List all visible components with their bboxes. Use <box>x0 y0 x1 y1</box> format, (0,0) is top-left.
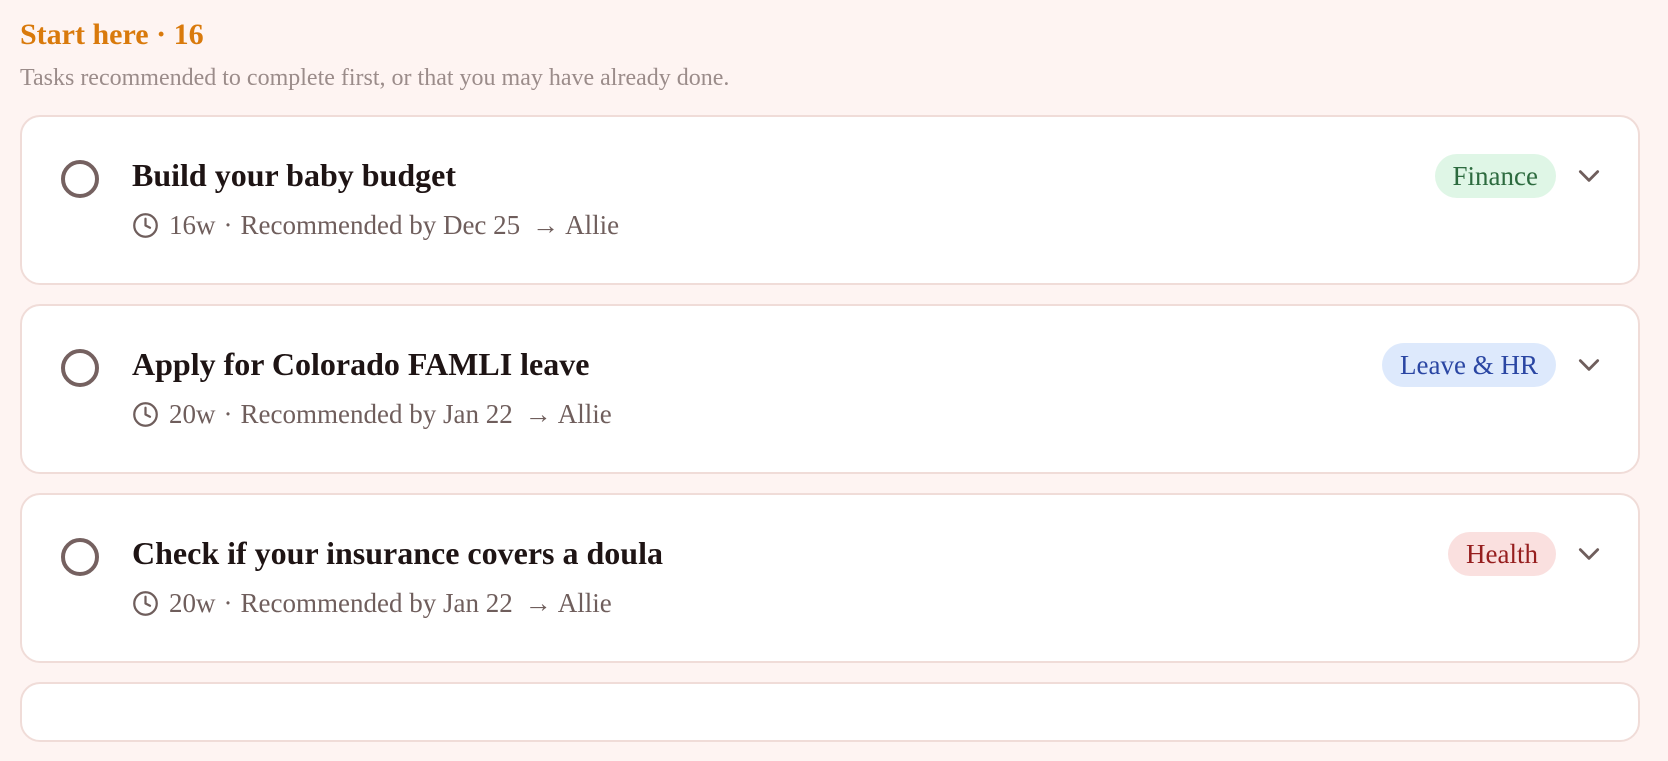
clock-icon <box>133 401 158 427</box>
meta-separator: · <box>223 398 233 429</box>
task-meta: 16w · Recommended by Dec 25 → Allie <box>132 208 619 242</box>
task-meta: 20w · Recommended by Jan 22 → Allie <box>132 586 612 620</box>
clock-icon <box>133 212 158 238</box>
arrow-icon: → <box>524 398 552 429</box>
task-actions: Finance <box>1434 153 1602 199</box>
meta-separator: · <box>223 209 233 240</box>
task-checkbox[interactable] <box>61 160 99 198</box>
task-title: Apply for Colorado FAMLI leave <box>132 346 590 382</box>
task-card[interactable]: Apply for Colorado FAMLI leave 20w · Rec… <box>20 304 1640 474</box>
task-list: Build your baby budget 16w · Recommended… <box>20 115 1640 761</box>
chevron-down-icon[interactable] <box>1576 541 1602 567</box>
task-card[interactable] <box>20 682 1640 742</box>
chevron-down-icon[interactable] <box>1576 163 1602 189</box>
task-card[interactable]: Build your baby budget 16w · Recommended… <box>20 115 1640 285</box>
section-title: Start here · 16 <box>20 18 204 51</box>
category-badge: Finance <box>1434 154 1556 198</box>
meta-separator: · <box>223 587 233 618</box>
task-card[interactable]: Check if your insurance covers a doula 2… <box>20 493 1640 663</box>
task-recommended: Recommended by Dec 25 <box>240 209 521 240</box>
task-assignee: Allie <box>565 209 620 240</box>
task-actions: Health <box>1448 531 1602 577</box>
task-checkbox[interactable] <box>61 538 99 576</box>
chevron-down-icon[interactable] <box>1576 352 1602 378</box>
section-subtitle: Tasks recommended to complete first, or … <box>20 65 730 91</box>
task-assignee: Allie <box>557 398 612 429</box>
task-recommended: Recommended by Jan 22 <box>240 587 513 618</box>
task-week: 20w <box>169 398 216 429</box>
task-checkbox[interactable] <box>61 349 99 387</box>
task-week: 20w <box>169 587 216 618</box>
clock-icon <box>133 590 158 616</box>
category-badge: Leave & HR <box>1382 343 1556 387</box>
task-meta: 20w · Recommended by Jan 22 → Allie <box>132 397 612 431</box>
task-recommended: Recommended by Jan 22 <box>240 398 513 429</box>
arrow-icon: → <box>532 209 560 240</box>
task-week: 16w <box>169 209 216 240</box>
task-assignee: Allie <box>557 587 612 618</box>
task-title: Build your baby budget <box>132 157 456 193</box>
arrow-icon: → <box>524 587 552 618</box>
section-header: Start here · 16 Tasks recommended to com… <box>20 14 729 94</box>
task-actions: Leave & HR <box>1382 342 1602 388</box>
category-badge: Health <box>1448 532 1556 576</box>
task-title: Check if your insurance covers a doula <box>132 535 663 571</box>
